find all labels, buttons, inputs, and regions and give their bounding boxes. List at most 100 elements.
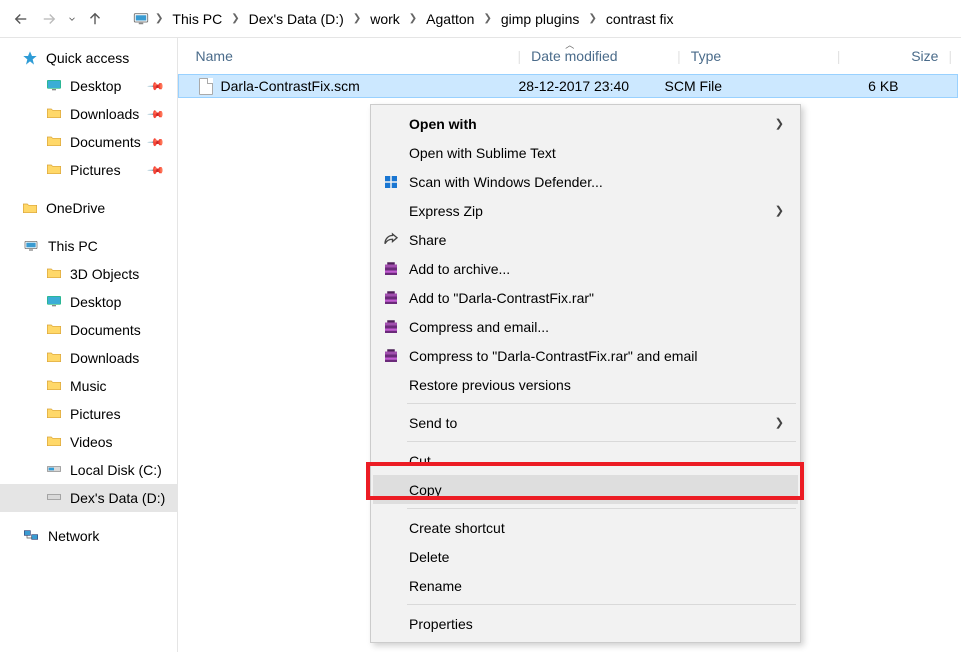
tree-label: Videos (70, 434, 113, 450)
column-size[interactable]: Size (850, 48, 938, 64)
context-menu-item[interactable]: Open with Sublime Text (373, 138, 798, 167)
tree-quick-access[interactable]: Quick access (0, 44, 177, 72)
context-menu-label: Copy (409, 482, 442, 498)
tree-thispc-item[interactable]: Downloads (0, 344, 177, 372)
chevron-right-icon[interactable]: ❯ (230, 13, 240, 24)
chevron-right-icon[interactable]: ❯ (154, 13, 164, 24)
navigation-tree: Quick access Desktop📌Downloads📌Documents… (0, 38, 178, 652)
share-icon (381, 230, 401, 250)
crumb-agatton[interactable]: Agatton (420, 9, 480, 29)
file-size: 6 KB (811, 78, 899, 94)
tree-network[interactable]: Network (0, 522, 177, 550)
tree-label: Documents (70, 134, 141, 150)
tree-thispc-item[interactable]: Local Disk (C:) (0, 456, 177, 484)
chevron-right-icon[interactable]: ❯ (587, 13, 597, 24)
winrar-icon (381, 317, 401, 337)
tree-this-pc[interactable]: This PC (0, 232, 177, 260)
context-menu-item[interactable]: Add to archive... (373, 254, 798, 283)
chevron-right-icon: ❯ (775, 204, 784, 217)
pin-icon: 📌 (146, 77, 165, 96)
tree-onedrive[interactable]: OneDrive (0, 194, 177, 222)
tree-thispc-item[interactable]: Music (0, 372, 177, 400)
context-menu-label: Send to (409, 415, 457, 431)
column-name[interactable]: Name (196, 48, 518, 64)
column-type[interactable]: Type (691, 48, 837, 64)
context-menu-label: Share (409, 232, 446, 248)
chevron-right-icon: ❯ (775, 416, 784, 429)
recent-locations-dropdown[interactable] (66, 8, 78, 30)
tree-label: OneDrive (46, 200, 105, 216)
folder-icon (46, 266, 62, 283)
tree-thispc-item[interactable]: 3D Objects (0, 260, 177, 288)
context-menu-label: Compress and email... (409, 319, 549, 335)
column-resize-caret-icon[interactable]: ︿ (565, 38, 574, 51)
context-menu-item[interactable]: Open with❯ (373, 109, 798, 138)
context-menu-label: Add to "Darla-ContrastFix.rar" (409, 290, 594, 306)
tree-label: This PC (48, 238, 98, 254)
context-menu-item[interactable]: Compress to "Darla-ContrastFix.rar" and … (373, 341, 798, 370)
tree-quickaccess-item[interactable]: Desktop📌 (0, 72, 177, 100)
context-menu-item[interactable]: Send to ❯ (373, 408, 798, 437)
column-date[interactable]: Date modified (531, 48, 677, 64)
context-menu-item[interactable]: Delete (373, 542, 798, 571)
context-menu-label: Create shortcut (409, 520, 505, 536)
context-menu-label: Compress to "Darla-ContrastFix.rar" and … (409, 348, 697, 364)
folder-icon (46, 434, 62, 451)
pin-icon: 📌 (146, 161, 165, 180)
tree-label: Network (48, 528, 99, 544)
crumb-contrast-fix[interactable]: contrast fix (600, 9, 680, 29)
tree-thispc-item[interactable]: Documents (0, 316, 177, 344)
winrar-icon (381, 288, 401, 308)
tree-quickaccess-item[interactable]: Pictures 📌 (0, 156, 177, 184)
tree-thispc-item[interactable]: Dex's Data (D:) (0, 484, 177, 512)
pc-icon[interactable] (130, 8, 152, 30)
folder-icon (46, 462, 62, 479)
breadcrumb[interactable]: ❯ This PC ❯ Dex's Data (D:) ❯ work ❯ Aga… (128, 6, 951, 32)
context-menu-item[interactable]: Add to "Darla-ContrastFix.rar" (373, 283, 798, 312)
context-menu-item[interactable]: Express Zip❯ (373, 196, 798, 225)
context-menu-item[interactable]: Properties (373, 609, 798, 638)
tree-label: 3D Objects (70, 266, 139, 282)
chevron-right-icon[interactable]: ❯ (482, 13, 492, 24)
tree-label: Music (70, 378, 107, 394)
tree-label: Downloads (70, 106, 139, 122)
context-menu-item[interactable]: Scan with Windows Defender... (373, 167, 798, 196)
file-date: 28-12-2017 23:40 (519, 78, 665, 94)
chevron-right-icon: ❯ (775, 117, 784, 130)
chevron-right-icon[interactable]: ❯ (352, 13, 362, 24)
tree-label: Pictures (70, 406, 121, 422)
tree-label: Pictures (70, 162, 121, 178)
file-row[interactable]: Darla-ContrastFix.scm 28-12-2017 23:40 S… (178, 74, 959, 98)
chevron-right-icon[interactable]: ❯ (408, 13, 418, 24)
context-menu-item[interactable]: Compress and email... (373, 312, 798, 341)
context-menu-item[interactable]: Restore previous versions (373, 370, 798, 399)
context-menu-label: Open with Sublime Text (409, 145, 556, 161)
address-bar: ❯ This PC ❯ Dex's Data (D:) ❯ work ❯ Aga… (0, 0, 961, 38)
context-menu-item[interactable]: Rename (373, 571, 798, 600)
context-menu: Open with❯ Open with Sublime Text Scan wit… (370, 104, 801, 643)
tree-thispc-item[interactable]: Videos (0, 428, 177, 456)
tree-label: Quick access (46, 50, 129, 66)
context-menu-item[interactable]: Copy (373, 475, 798, 504)
forward-button[interactable] (38, 8, 60, 30)
tree-thispc-item[interactable]: Desktop (0, 288, 177, 316)
crumb-work[interactable]: work (364, 9, 406, 29)
crumb-gimp-plugins[interactable]: gimp plugins (495, 9, 586, 29)
context-menu-item[interactable]: Create shortcut (373, 513, 798, 542)
back-button[interactable] (10, 8, 32, 30)
crumb-this-pc[interactable]: This PC (166, 9, 228, 29)
folder-icon (46, 490, 62, 507)
tree-quickaccess-item[interactable]: Downloads📌 (0, 100, 177, 128)
tree-label: Downloads (70, 350, 139, 366)
crumb-drive[interactable]: Dex's Data (D:) (243, 9, 350, 29)
tree-quickaccess-item[interactable]: Documents📌 (0, 128, 177, 156)
folder-icon (46, 78, 62, 95)
folder-icon (46, 406, 62, 423)
context-menu-item[interactable]: Share (373, 225, 798, 254)
context-menu-separator (407, 508, 796, 509)
up-button[interactable] (84, 8, 106, 30)
context-menu-label: Scan with Windows Defender... (409, 174, 603, 190)
tree-thispc-item[interactable]: Pictures (0, 400, 177, 428)
file-name: Darla-ContrastFix.scm (221, 78, 519, 94)
context-menu-item[interactable]: Cut (373, 446, 798, 475)
